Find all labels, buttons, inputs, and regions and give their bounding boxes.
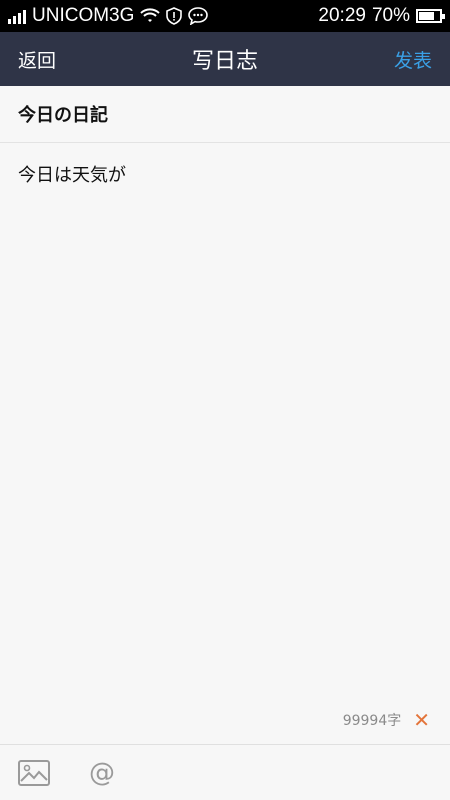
insert-image-button[interactable] [18, 757, 50, 789]
title-field[interactable]: 今日の日記 [0, 86, 450, 143]
clear-button[interactable]: ✕ [413, 710, 430, 730]
page-title: 写日志 [191, 49, 259, 74]
back-button[interactable]: 返回 [18, 46, 56, 73]
nav-bar: 返回 写日志 发表 [0, 32, 450, 86]
remaining-count: 99994字 [342, 713, 402, 729]
wifi-icon [140, 8, 161, 22]
bottom-toolbar: @ [0, 744, 450, 800]
at-icon: @ [89, 757, 115, 788]
image-icon [18, 759, 50, 786]
body-field[interactable]: 今日は天気が [0, 143, 450, 743]
chat-icon [188, 7, 209, 25]
status-bar: UNICOM3G 20:29 70% [0, 0, 450, 32]
clock: 20:29 [318, 5, 366, 26]
battery-icon [416, 9, 445, 23]
title-input[interactable]: 今日の日記 [18, 101, 432, 127]
battery-fill [419, 12, 435, 20]
status-left: UNICOM3G [8, 5, 209, 27]
status-right: 20:29 70% [318, 5, 445, 27]
char-counter: 99994字 ✕ [343, 710, 430, 730]
carrier-label: UNICOM3G [32, 5, 135, 26]
body-input[interactable]: 今日は天気が [18, 165, 126, 186]
mention-button[interactable]: @ [86, 757, 118, 789]
shield-icon [166, 7, 183, 25]
battery-percent: 70% [371, 5, 410, 26]
post-button[interactable]: 发表 [394, 46, 432, 73]
signal-icon [8, 8, 26, 24]
